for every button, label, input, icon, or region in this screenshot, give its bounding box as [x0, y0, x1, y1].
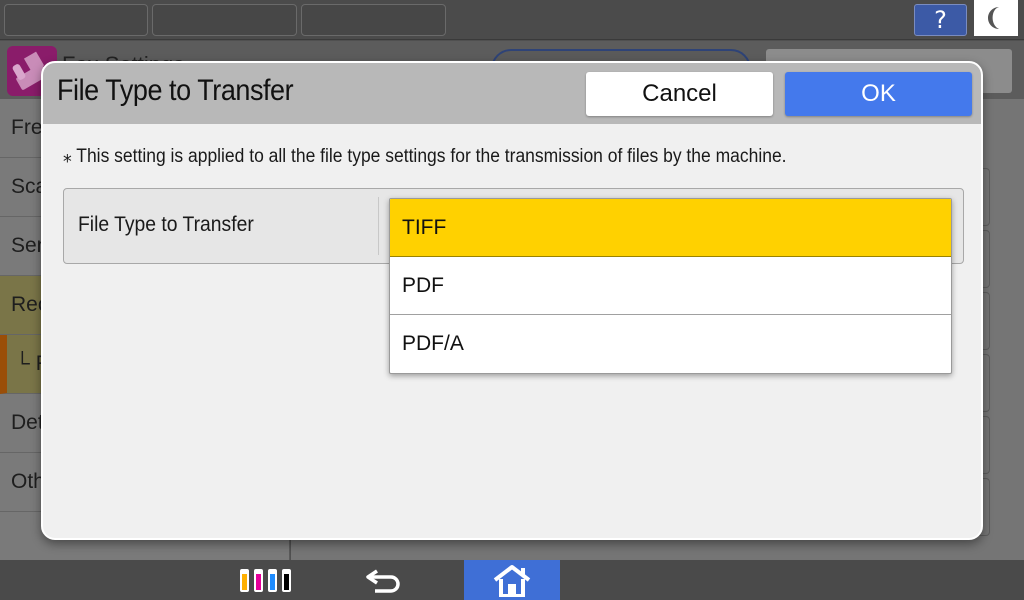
home-icon [493, 565, 531, 597]
energy-saver-moon-icon [988, 7, 999, 29]
ok-button[interactable]: OK [785, 72, 972, 116]
dialog-title: File Type to Transfer [57, 74, 294, 107]
toner-yellow [242, 574, 247, 590]
help-button[interactable]: ? [914, 4, 967, 36]
file-type-dropdown-list: TIFF PDF PDF/A [389, 198, 952, 374]
top-tab-3[interactable] [301, 4, 446, 36]
option-pdf-a[interactable]: PDF/A [390, 315, 951, 373]
divider [378, 197, 379, 255]
toner-cyan [270, 574, 275, 590]
help-icon: ? [934, 6, 947, 34]
top-tab-1[interactable] [4, 4, 148, 36]
setting-label: File Type to Transfer [78, 213, 254, 236]
dialog-header: File Type to Transfer Cancel OK [43, 63, 981, 124]
dialog-note: ⁎ This setting is applied to all the fil… [63, 146, 787, 167]
option-tiff[interactable]: TIFF [390, 199, 951, 257]
back-arrow-icon [366, 569, 400, 593]
home-button[interactable] [464, 560, 560, 600]
top-status-bar: ? [0, 0, 1024, 40]
cancel-button[interactable]: Cancel [586, 72, 773, 116]
top-tab-2[interactable] [152, 4, 297, 36]
toner-black [284, 574, 289, 590]
toner-magenta [256, 574, 261, 590]
option-pdf[interactable]: PDF [390, 257, 951, 315]
back-button[interactable] [355, 560, 415, 600]
energy-saver-button[interactable] [974, 0, 1018, 36]
file-type-dialog: File Type to Transfer Cancel OK ⁎ This s… [41, 61, 983, 540]
